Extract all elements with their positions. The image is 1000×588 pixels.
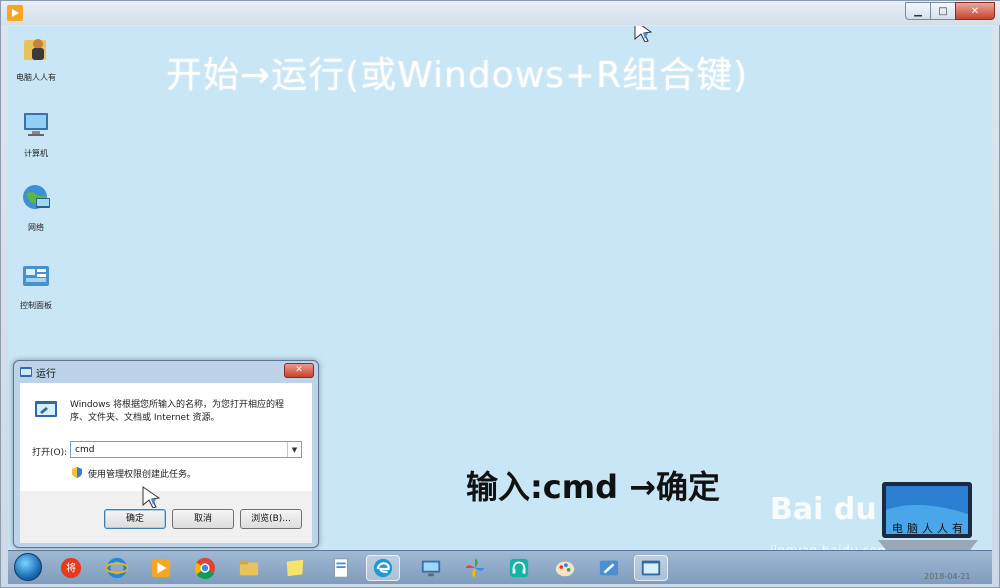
computer-icon bbox=[24, 113, 48, 136]
run-dialog-titlebar: 运行 bbox=[20, 364, 56, 380]
start-orb-icon[interactable] bbox=[14, 553, 42, 581]
browse-button[interactable]: 浏览(B)... bbox=[240, 509, 302, 529]
desktop-icon-computer[interactable]: 计算机 bbox=[12, 108, 60, 159]
pinwheel-icon[interactable] bbox=[462, 555, 488, 581]
desktop-icon-user[interactable]: 电脑人人有 bbox=[12, 32, 60, 83]
run-dialog-description: Windows 将根据您所输入的名称，为您打开相应的程序、文件夹、文档或 Int… bbox=[70, 400, 285, 423]
svg-text:将: 将 bbox=[66, 563, 76, 575]
desktop-icon-label: 计算机 bbox=[24, 149, 48, 158]
run-dialog-icon[interactable] bbox=[634, 555, 668, 581]
chevron-down-icon[interactable]: ▼ bbox=[287, 442, 301, 457]
user-folder-icon bbox=[24, 39, 46, 60]
run-dialog-close-button[interactable]: ✕ bbox=[284, 363, 314, 378]
control-panel-icon bbox=[23, 266, 49, 286]
ok-button[interactable]: 确定 bbox=[104, 509, 166, 529]
open-label: 打开(O): bbox=[32, 448, 68, 458]
windows-app-icon[interactable] bbox=[596, 555, 622, 581]
minimize-button[interactable]: ▁ bbox=[905, 2, 931, 20]
window-titlebar: ▁ □ ✕ bbox=[1, 1, 1000, 25]
explorer-folder-icon[interactable] bbox=[236, 555, 262, 581]
admin-privileges-note: 使用管理权限创建此任务。 bbox=[88, 470, 197, 480]
paint-icon[interactable] bbox=[552, 555, 578, 581]
media-player-app-icon bbox=[7, 5, 23, 21]
document-icon[interactable] bbox=[328, 555, 354, 581]
laptop-caption: 电脑人人有 bbox=[892, 522, 967, 535]
tutorial-instruction: 输入:cmd →确定 bbox=[466, 468, 720, 506]
ie-icon[interactable] bbox=[104, 555, 130, 581]
maximize-button[interactable]: □ bbox=[930, 2, 956, 20]
cancel-button[interactable]: 取消 bbox=[172, 509, 234, 529]
desktop-icon-label: 网络 bbox=[28, 223, 44, 232]
close-button[interactable]: ✕ bbox=[955, 2, 995, 20]
jiangjiang-icon[interactable]: 将 bbox=[58, 555, 84, 581]
desktop-icon-label: 控制面板 bbox=[20, 301, 52, 310]
network-globe-icon bbox=[23, 185, 50, 209]
run-dialog: 运行 ✕ Windows 将根据您所输入的名称，为您打开相应的程序、文件夹、文档… bbox=[13, 360, 319, 548]
tutorial-headline: 开始→运行(或Windows+R组合键) bbox=[166, 55, 749, 96]
run-window-icon bbox=[20, 367, 32, 377]
open-command-input[interactable]: cmd ▼ bbox=[70, 441, 302, 458]
taskbar: 将 bbox=[8, 550, 992, 584]
chrome-icon[interactable] bbox=[192, 555, 218, 581]
remote-desktop-icon[interactable] bbox=[418, 555, 444, 581]
window-controls: ▁ □ ✕ bbox=[905, 2, 995, 20]
mouse-cursor-icon bbox=[634, 26, 652, 42]
laptop-logo-icon bbox=[878, 482, 978, 550]
run-dialog-body: Windows 将根据您所输入的名称，为您打开相应的程序、文件夹、文档或 Int… bbox=[20, 383, 312, 491]
sticky-notes-icon[interactable] bbox=[282, 555, 308, 581]
desktop-icon-network[interactable]: 网络 bbox=[12, 182, 60, 233]
run-program-icon bbox=[35, 401, 57, 417]
uac-shield-icon bbox=[72, 467, 82, 478]
headset-icon[interactable] bbox=[506, 555, 532, 581]
video-timestamp: 2018-04-21 bbox=[924, 572, 971, 581]
desktop-icon-label: 电脑人人有 bbox=[16, 73, 56, 82]
media-player-icon[interactable] bbox=[148, 555, 174, 581]
run-dialog-title: 运行 bbox=[36, 368, 56, 380]
run-dialog-footer: 确定 取消 浏览(B)... bbox=[20, 491, 312, 543]
open-command-value: cmd bbox=[75, 444, 95, 455]
mouse-cursor-icon bbox=[142, 486, 160, 508]
desktop-icon-control-panel[interactable]: 控制面板 bbox=[12, 260, 60, 311]
edge-browser-icon[interactable] bbox=[366, 555, 400, 581]
